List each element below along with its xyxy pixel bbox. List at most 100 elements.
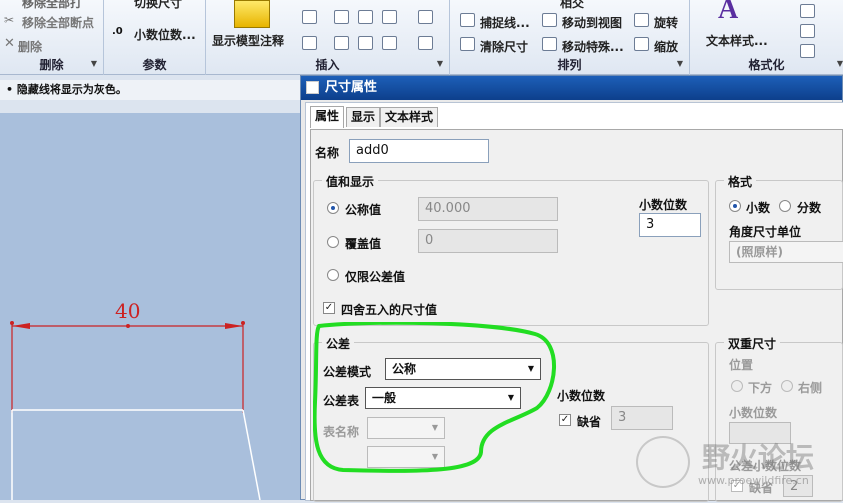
decimal-places-button[interactable]: 小数位数... xyxy=(134,26,196,43)
override-value-field[interactable]: 0 xyxy=(418,229,558,253)
rotate-icon xyxy=(634,13,649,27)
fraction-label: 分数 xyxy=(797,201,822,215)
chevron-down-icon: ▼ xyxy=(431,452,438,461)
override-label: 覆盖值 xyxy=(345,237,382,251)
override-radio[interactable] xyxy=(327,236,339,248)
tolerance-title: 公差 xyxy=(322,335,355,352)
tolerance-default-label: 缺省 xyxy=(577,415,602,429)
show-model-annotations-icon xyxy=(234,0,270,28)
table-name-select-2[interactable]: ▼ xyxy=(367,446,445,468)
toggle-dim-partial[interactable]: 移除全部打 xyxy=(22,0,82,11)
snap-line-button[interactable]: 捕捉线... xyxy=(480,14,530,31)
drawing-svg xyxy=(10,321,261,501)
status-bullet: • xyxy=(6,83,17,96)
arrange-group-label: 排列 ▼ xyxy=(557,58,683,72)
tab-display[interactable]: 显示 xyxy=(346,107,381,127)
tolerance-only-label: 仅限公差值 xyxy=(345,270,406,284)
drawing-canvas[interactable]: 40 xyxy=(0,113,304,501)
clear-dims-icon xyxy=(460,37,475,51)
part-edge-right xyxy=(242,409,261,501)
move-special-icon xyxy=(542,37,557,51)
angle-unit-select[interactable]: (照原样) xyxy=(729,241,843,263)
surface-finish-icon[interactable] xyxy=(358,36,373,50)
reference-icon[interactable] xyxy=(302,36,317,50)
insert-group: 显示模型注释 插入 ▼ xyxy=(206,0,450,75)
text-style-button[interactable]: 文本样式... xyxy=(706,32,768,49)
delete-button[interactable]: 删除 xyxy=(18,38,42,55)
intersect-partial[interactable]: 相交 xyxy=(560,0,584,11)
format-group: A 文本样式... 格式化 ▼ xyxy=(690,0,843,75)
chevron-down-icon: ▼ xyxy=(527,364,534,373)
remove-all-breaks-button[interactable]: 移除全部断点 xyxy=(22,14,94,31)
tolerance-only-radio[interactable] xyxy=(327,269,339,281)
table-name-label: 表名称 xyxy=(323,425,360,439)
table-name-select[interactable]: ▼ xyxy=(367,417,445,439)
dimension-properties-dialog: 尺寸属性 属性 显示 文本样式 名称 add0 值和显示 公称值 40.000 … xyxy=(300,75,843,502)
format-icon-1[interactable] xyxy=(800,4,815,18)
geometric-tolerance-icon[interactable] xyxy=(382,36,397,50)
nominal-radio[interactable] xyxy=(327,202,339,214)
show-model-annotations-button[interactable]: 显示模型注释 xyxy=(212,32,284,49)
nominal-value-field[interactable]: 40.000 xyxy=(418,197,558,221)
tolerance-mode-select[interactable]: 公称 ▼ xyxy=(385,358,541,380)
scale-button[interactable]: 缩放 xyxy=(654,38,678,55)
dimension-value-label[interactable]: 40 xyxy=(115,299,140,323)
arrange-group: 相交 捕捉线... 清除尺寸 移动到视图 移动特殊... 旋转 缩放 排列 ▼ xyxy=(450,0,690,75)
dialog-body: 属性 显示 文本样式 名称 add0 值和显示 公称值 40.000 覆盖值 0… xyxy=(305,102,843,502)
format-icon-2[interactable] xyxy=(800,24,815,38)
move-to-view-icon xyxy=(542,13,557,27)
format-title: 格式 xyxy=(724,173,757,190)
name-field[interactable]: add0 xyxy=(349,139,489,163)
dual-default-label: 缺省 xyxy=(749,481,774,495)
decimal-icon: .0 xyxy=(112,26,123,37)
note-icon[interactable] xyxy=(358,10,373,24)
dimension-icon[interactable] xyxy=(302,10,317,24)
tolerance-decimals-field[interactable]: 3 xyxy=(611,406,673,430)
chevron-down-icon: ▼ xyxy=(431,423,438,432)
scale-icon xyxy=(634,37,649,51)
fraction-radio[interactable] xyxy=(779,200,791,212)
properties-panel: 名称 add0 值和显示 公称值 40.000 覆盖值 0 仅限公差值 小数位数… xyxy=(310,129,843,502)
dialog-icon xyxy=(306,81,319,94)
toggle-dim-partial[interactable]: 切换尺寸 xyxy=(134,0,182,11)
tolerance-mode-label: 公差模式 xyxy=(323,365,372,379)
value-decimals-field[interactable]: 3 xyxy=(639,213,701,237)
tab-properties[interactable]: 属性 xyxy=(310,106,345,128)
remove-break-icon: ✂ xyxy=(4,13,15,27)
move-special-button[interactable]: 移动特殊... xyxy=(562,38,624,55)
ribbon: 移除全部打 移除全部断点 删除 ✕ ✂ 删除 ▼ 切换尺寸 .0 小数位数... … xyxy=(0,0,843,75)
clear-dims-button[interactable]: 清除尺寸 xyxy=(480,38,528,55)
text-style-icon: A xyxy=(718,0,739,25)
decimal-radio[interactable] xyxy=(729,200,741,212)
rotate-button[interactable]: 旋转 xyxy=(654,14,678,31)
ordinate-icon[interactable] xyxy=(334,10,349,24)
insert-group-label: 插入 ▼ xyxy=(315,58,443,72)
move-to-view-button[interactable]: 移动到视图 xyxy=(562,14,622,31)
dual-default-checkbox[interactable]: ✓ xyxy=(731,480,743,492)
round-checkbox[interactable]: ✓ xyxy=(323,302,335,314)
dual-decimals-field[interactable] xyxy=(729,422,791,444)
symbol-icon[interactable] xyxy=(382,10,397,24)
tolerance-table-select[interactable]: 一般 ▼ xyxy=(365,387,521,409)
below-radio[interactable] xyxy=(731,380,743,392)
right-radio[interactable] xyxy=(781,380,793,392)
dual-position-label: 位置 xyxy=(729,358,754,372)
balloon-icon[interactable] xyxy=(418,36,433,50)
tolerance-default-checkbox[interactable]: ✓ xyxy=(559,414,571,426)
dual-dimension-title: 双重尺寸 xyxy=(724,335,781,352)
dual-value-field[interactable]: 2 xyxy=(783,475,813,497)
value-decimals-label: 小数位数 xyxy=(639,198,688,212)
dialog-title-bar[interactable]: 尺寸属性 xyxy=(301,76,842,100)
snap-line-icon xyxy=(460,13,475,27)
nominal-label: 公称值 xyxy=(345,203,382,217)
tolerance-table-label: 公差表 xyxy=(323,394,360,408)
axis-icon[interactable] xyxy=(418,10,433,24)
datum-icon[interactable] xyxy=(334,36,349,50)
arrow-left xyxy=(12,323,30,329)
tab-text-style[interactable]: 文本样式 xyxy=(380,107,439,127)
delete-icon: ✕ xyxy=(4,36,15,51)
chevron-down-icon: ▼ xyxy=(507,393,514,402)
value-display-title: 值和显示 xyxy=(322,173,379,190)
angle-unit-label: 角度尺寸单位 xyxy=(729,225,802,239)
status-message: • 隐藏线将显示为灰色。 xyxy=(0,80,300,100)
